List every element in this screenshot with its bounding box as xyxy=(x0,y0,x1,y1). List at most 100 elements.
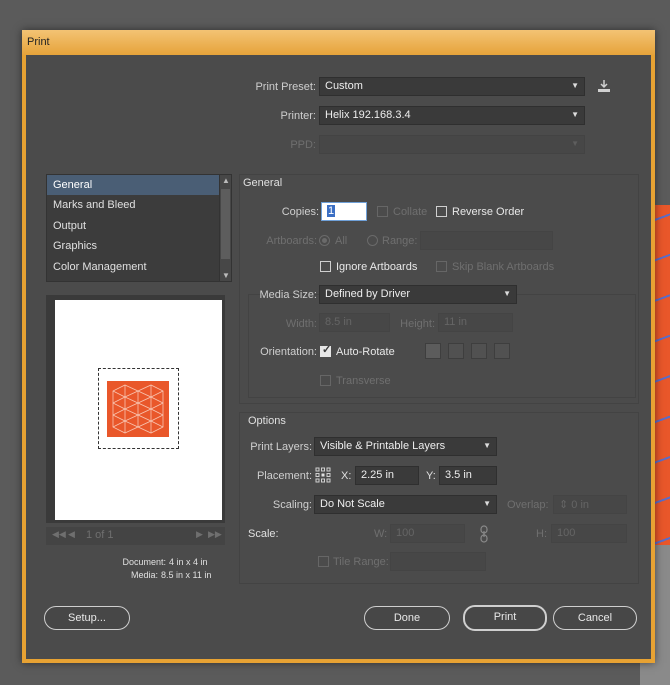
ignore-artboards-checkbox[interactable] xyxy=(320,261,331,272)
x-input[interactable]: 2.25 in xyxy=(355,466,419,485)
transverse-label: Transverse xyxy=(336,375,391,387)
sidebar-item-general[interactable]: General xyxy=(53,179,92,191)
overlap-label: Overlap: xyxy=(507,499,549,511)
placement-label: Placement: xyxy=(256,470,312,482)
preview-page xyxy=(55,300,222,520)
last-page-icon[interactable]: ▶▶ xyxy=(208,529,222,540)
media-size-select[interactable]: Defined by Driver ▼ xyxy=(319,285,517,304)
transverse-checkbox[interactable] xyxy=(320,375,331,386)
height-label: Height: xyxy=(400,318,435,330)
reverse-order-checkbox[interactable] xyxy=(436,206,447,217)
collate-checkbox[interactable] xyxy=(377,206,388,217)
overlap-value: 0 in xyxy=(571,499,590,511)
chevron-down-icon: ▼ xyxy=(483,441,491,450)
done-button[interactable]: Done xyxy=(364,606,450,630)
ignore-artboards-label: Ignore Artboards xyxy=(336,261,418,273)
scroll-up-icon[interactable]: ▲ xyxy=(222,176,230,185)
sidebar-item-graphics[interactable]: Graphics xyxy=(53,240,97,252)
sidebar-item-output[interactable]: Output xyxy=(53,220,86,232)
copies-value: 1 xyxy=(327,205,336,217)
h-label: H: xyxy=(536,528,547,540)
w-value: 100 xyxy=(396,527,415,539)
overlap-input[interactable]: ⇕ 0 in xyxy=(553,495,627,514)
height-value: 11 in xyxy=(444,316,468,328)
sidebar-item-marks-and-bleed[interactable]: Marks and Bleed xyxy=(53,199,136,211)
landscape-icon[interactable] xyxy=(448,343,464,359)
media-size-info-label: Media: xyxy=(130,570,158,580)
page-count: 1 of 1 xyxy=(86,529,114,541)
chevron-down-icon: ▼ xyxy=(571,139,579,148)
print-preset-select[interactable]: Custom ▼ xyxy=(319,77,585,96)
chevron-down-icon: ▼ xyxy=(483,499,491,508)
artboards-range-radio[interactable] xyxy=(367,235,378,246)
ppd-select[interactable]: ▼ xyxy=(319,135,585,154)
chevron-down-icon: ▼ xyxy=(571,81,579,90)
h-value: 100 xyxy=(557,527,576,539)
landscape-flipped-icon[interactable] xyxy=(494,343,510,359)
tile-range-checkbox[interactable] xyxy=(318,556,329,567)
print-preset-value: Custom xyxy=(325,80,363,92)
cancel-button[interactable]: Cancel xyxy=(553,606,637,630)
printer-label: Printer: xyxy=(280,110,316,122)
chevron-down-icon: ▼ xyxy=(503,289,511,298)
auto-rotate-checkbox[interactable] xyxy=(320,343,331,357)
scaling-select[interactable]: Do Not Scale ▼ xyxy=(314,495,497,514)
sidebar-scrollbar[interactable]: ▲ ▼ xyxy=(219,175,231,281)
next-page-icon[interactable]: ▶ xyxy=(196,529,203,540)
y-label: Y: xyxy=(426,470,436,482)
media-size-label: Media Size: xyxy=(259,289,317,301)
copies-label: Copies: xyxy=(281,206,319,218)
x-label: X: xyxy=(341,470,352,482)
dialog-title: Print xyxy=(27,36,50,48)
tile-range-label: Tile Range: xyxy=(333,556,389,568)
artboards-all-radio[interactable] xyxy=(319,235,330,246)
document-size-label: Document: xyxy=(122,557,166,567)
preview-bounding-box[interactable] xyxy=(98,368,179,449)
reverse-order-label: Reverse Order xyxy=(452,206,525,218)
artboards-range-label: Range: xyxy=(382,235,418,247)
height-input[interactable]: 11 in xyxy=(438,313,513,332)
placement-reference-icon[interactable] xyxy=(315,467,331,483)
skip-blank-label: Skip Blank Artboards xyxy=(452,261,555,273)
artwork-thumbnail xyxy=(107,381,169,437)
w-input[interactable]: 100 xyxy=(390,524,465,543)
print-layers-value: Visible & Printable Layers xyxy=(320,440,446,452)
setup-button[interactable]: Setup... xyxy=(44,606,130,630)
link-constrain-icon[interactable] xyxy=(478,524,490,544)
print-preset-label: Print Preset: xyxy=(255,81,316,93)
options-section-title: Options xyxy=(248,415,286,427)
preview-area xyxy=(46,295,225,523)
h-input[interactable]: 100 xyxy=(551,524,627,543)
x-value: 2.25 in xyxy=(361,469,395,481)
y-value: 3.5 in xyxy=(445,469,472,481)
prev-page-icon[interactable]: ◀ xyxy=(68,529,75,540)
scaling-value: Do Not Scale xyxy=(320,498,385,510)
printer-select[interactable]: Helix 192.168.3.4 ▼ xyxy=(319,106,585,125)
y-input[interactable]: 3.5 in xyxy=(439,466,497,485)
print-button[interactable]: Print xyxy=(463,605,547,631)
document-size-value: 4 in x 4 in xyxy=(169,557,208,567)
portrait-flipped-icon[interactable] xyxy=(471,343,487,359)
width-value: 8.5 in xyxy=(325,316,352,328)
print-dialog: Print Print Preset: Custom ▼ Printer: He… xyxy=(22,30,655,663)
save-preset-icon[interactable] xyxy=(596,78,612,94)
width-input[interactable]: 8.5 in xyxy=(319,313,390,332)
copies-input[interactable]: 1 xyxy=(321,202,367,221)
category-list: General Marks and Bleed Output Graphics … xyxy=(46,174,232,282)
dialog-title-bar[interactable]: Print xyxy=(22,30,655,55)
scale-label: Scale: xyxy=(248,528,279,540)
page-navigator: ◀◀ ◀ 1 of 1 ▶ ▶▶ xyxy=(46,527,225,545)
artboards-range-input[interactable] xyxy=(420,231,553,250)
collate-label: Collate xyxy=(393,206,428,218)
scroll-down-icon[interactable]: ▼ xyxy=(222,271,230,280)
portrait-icon[interactable] xyxy=(425,343,441,359)
scrollbar-thumb[interactable] xyxy=(221,189,230,259)
skip-blank-checkbox[interactable] xyxy=(436,261,447,272)
auto-rotate-label: Auto-Rotate xyxy=(336,346,395,358)
tile-range-input[interactable] xyxy=(390,552,486,571)
printer-value: Helix 192.168.3.4 xyxy=(325,109,411,121)
first-page-icon[interactable]: ◀◀ xyxy=(52,529,66,540)
overlap-stepper-icon: ⇕ xyxy=(559,499,569,511)
sidebar-item-color-management[interactable]: Color Management xyxy=(53,261,147,273)
print-layers-select[interactable]: Visible & Printable Layers ▼ xyxy=(314,437,497,456)
